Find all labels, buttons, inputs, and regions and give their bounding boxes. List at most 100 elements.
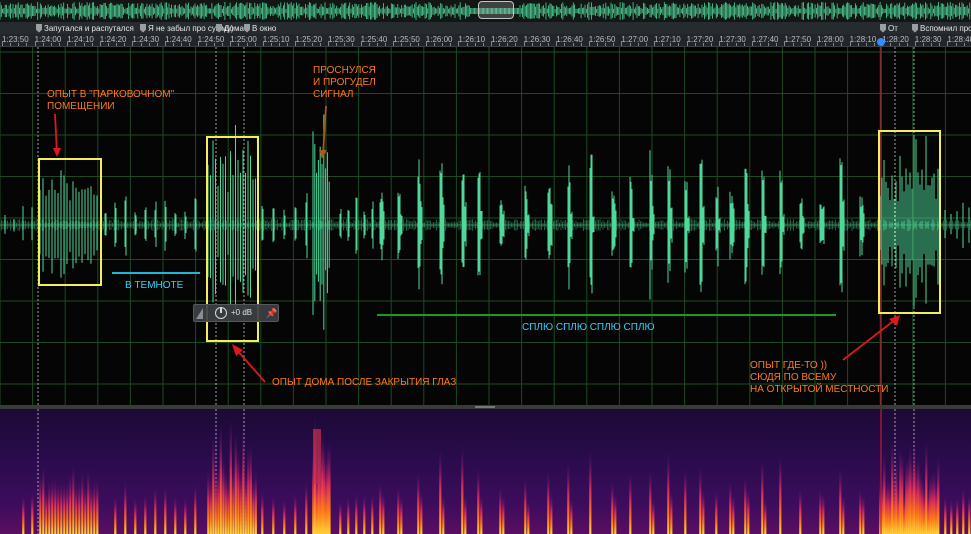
spectrogram-streak [254, 471, 257, 534]
spectrogram-streak [400, 495, 403, 534]
spectrogram-canvas [22, 409, 971, 534]
ruler-tick-label: 1:27:50 [784, 35, 812, 44]
spectrogram-streak [911, 460, 914, 534]
ruler-tick-label: 1:28:00 [817, 35, 844, 44]
spectrogram-streak [527, 500, 530, 534]
spectrogram-panel[interactable] [0, 409, 971, 534]
spectrogram-streak [144, 494, 147, 534]
annotation-open: ОПЫТ ГДЕ-ТО )) СЮДЯ ПО ВСЕМУ НА ОТКРЫТОЙ… [750, 360, 889, 396]
spectrogram-streak [480, 494, 483, 534]
marker-flag-icon[interactable] [880, 23, 886, 33]
marker-flag-icon[interactable] [140, 23, 146, 33]
ruler-tick [425, 41, 427, 46]
spectrogram-streak [48, 480, 51, 534]
spectrogram-streak [81, 471, 84, 534]
ruler-tick [605, 43, 607, 46]
ruler-tick [564, 43, 566, 46]
ruler-tick [702, 43, 704, 46]
ruler-tick-label: 1:25:10 [262, 35, 290, 44]
spectrogram-streak [764, 498, 767, 534]
marker-bar: Запутался и распутался Я не забыл про сум… [0, 22, 971, 34]
ruler-tick-label: 1:25:20 [295, 35, 323, 44]
spectrogram-streak [214, 468, 217, 534]
spectrogram-streak [614, 494, 617, 534]
spectrogram-streak [134, 497, 137, 534]
overview-viewport-handle[interactable] [478, 1, 514, 19]
ruler-tick [50, 43, 52, 46]
ruler-tick-label: 1:26:50 [588, 35, 616, 44]
spectrogram-streak [684, 468, 687, 534]
divider-grip[interactable] [475, 406, 495, 408]
ruler-tick [865, 43, 867, 46]
ruler-tick [499, 43, 501, 46]
spectrogram-streak [897, 481, 900, 534]
spectrogram-streak [174, 496, 177, 534]
ruler-tick [939, 43, 941, 46]
spectrogram-streak [96, 479, 99, 534]
spectrogram-streak [819, 488, 822, 534]
spectrogram-streak [842, 495, 845, 534]
spectrogram-streak [917, 456, 920, 534]
ruler-tick [2, 41, 3, 46]
spectrogram-streak [919, 469, 922, 534]
spectrogram-streak [207, 470, 210, 534]
ruler-tick [222, 43, 224, 46]
ruler-tick [34, 41, 36, 46]
ruler-tick [678, 43, 680, 46]
spectrogram-streak [747, 489, 750, 534]
ruler-tick [735, 43, 737, 46]
hud-grip-icon[interactable] [196, 308, 203, 319]
ruler-tick [319, 43, 321, 46]
annotation-sleep: СПЛЮ СПЛЮ СПЛЮ СПЛЮ [522, 322, 655, 333]
ruler-tick [328, 41, 329, 46]
gain-value: +0 dB [231, 308, 253, 317]
spectrogram-streak [913, 439, 916, 534]
marker-4[interactable]: От [880, 22, 898, 34]
marker-flag-icon[interactable] [244, 23, 250, 33]
spectrogram-streak [114, 496, 117, 534]
spectrogram-streak [78, 480, 81, 534]
marker-label: Дома [224, 23, 244, 33]
marker-5[interactable]: Вспомнил про [912, 22, 971, 34]
spectrogram-streak [222, 456, 225, 534]
spectrogram-streak [84, 485, 87, 534]
spectrogram-streak [935, 479, 938, 534]
ruler-tick [124, 43, 126, 46]
annotation-woke-line-1: ПРОСНУЛСЯ [313, 65, 376, 76]
gain-hud[interactable]: +0 dB 📌 [193, 304, 279, 322]
ruler-tick [694, 43, 696, 46]
marker-0[interactable]: Запутался и распутался [36, 22, 134, 34]
ruler-tick [637, 43, 639, 46]
spectrogram-streak [889, 482, 892, 534]
spectrogram-streak [629, 472, 632, 534]
spectrogram-streak [439, 448, 442, 534]
overview-strip[interactable] [0, 0, 971, 23]
spectrogram-streak [227, 476, 230, 534]
spectrogram-streak [589, 450, 592, 534]
ruler-tick-label: 1:24:00 [34, 35, 62, 44]
spectrogram-streak [22, 495, 25, 534]
annotation-open-line-2: СЮДЯ ПО ВСЕМУ [750, 372, 837, 383]
marker-3[interactable]: В окно [244, 22, 276, 34]
ruler-tick-label: 1:26:00 [425, 35, 453, 44]
spectrogram-streak [420, 490, 423, 534]
gain-knob-icon[interactable] [215, 307, 227, 319]
ruler-tick [556, 41, 558, 46]
spectrogram-streak [715, 489, 718, 534]
playhead-icon[interactable] [877, 38, 885, 46]
time-ruler[interactable]: 1:23:50 1:24:00 1:24:10 1:24:20 1:24:30 1:24:… [0, 34, 971, 47]
ruler-tick [336, 43, 338, 46]
ruler-tick-label: 1:27:40 [751, 35, 779, 44]
pin-icon[interactable]: 📌 [266, 307, 278, 319]
spectrogram-streak [184, 498, 187, 534]
marker-label: В окно [252, 23, 277, 33]
spectrogram-streak [54, 477, 57, 534]
marker-flag-icon[interactable] [36, 23, 42, 33]
spectrogram-streak [328, 441, 331, 534]
marker-flag-icon[interactable] [912, 23, 918, 33]
marker-2[interactable]: Дома [216, 22, 244, 34]
ruler-tick-label: 1:26:30 [523, 35, 551, 44]
ruler-tick [189, 43, 191, 46]
marker-flag-icon[interactable] [216, 23, 222, 33]
spectrogram-streak [209, 477, 212, 534]
